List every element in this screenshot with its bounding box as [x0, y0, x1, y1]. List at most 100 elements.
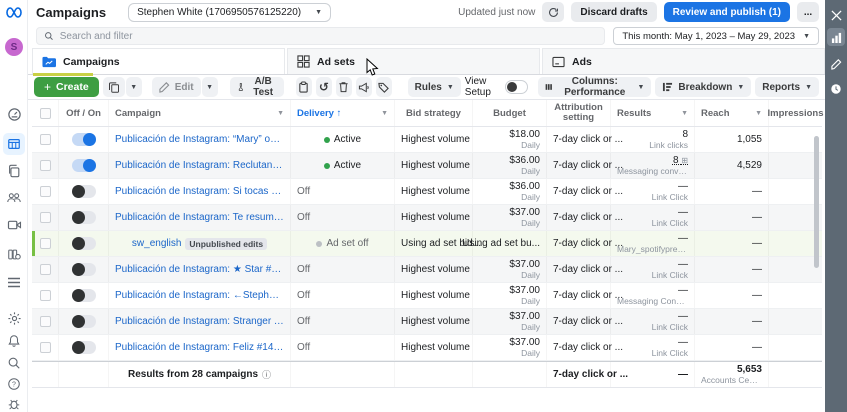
breakdown-button[interactable]: Breakdown ▼ — [655, 77, 752, 97]
campaign-link[interactable]: Publicación de Instagram: Stranger Thing… — [115, 316, 284, 327]
header-reach[interactable]: Reach ▼ — [694, 100, 768, 126]
row-checkbox[interactable] — [39, 342, 51, 353]
campaign-link[interactable]: Publicación de Instagram: Te resumo mi c… — [115, 212, 284, 223]
campaign-link[interactable]: Publicación de Instagram: ★ Star #1 albu… — [115, 264, 284, 275]
rules-button[interactable]: Rules ▼ — [407, 77, 461, 97]
chevron-down-icon: ▼ — [737, 83, 745, 91]
clipboard-icon — [299, 81, 309, 93]
row-checkbox[interactable] — [39, 238, 51, 249]
help-icon[interactable]: ? — [0, 377, 28, 391]
all-tools-icon[interactable] — [0, 277, 28, 288]
row-checkbox[interactable] — [39, 290, 51, 301]
columns-button[interactable]: Columns: Performance ▼ — [537, 76, 652, 98]
refresh-button[interactable] — [542, 2, 565, 22]
header-campaign[interactable]: Campaign ▼ — [108, 100, 290, 126]
search-box[interactable] — [36, 27, 606, 45]
account-overview-icon[interactable] — [0, 107, 28, 122]
bug-report-icon[interactable] — [0, 397, 28, 411]
history-icon[interactable] — [827, 80, 845, 98]
campaigns-nav-icon[interactable] — [0, 133, 28, 155]
header-budget[interactable]: Budget — [472, 100, 546, 126]
info-icon[interactable]: ⓘ — [262, 368, 271, 381]
duplicate-button[interactable] — [102, 77, 125, 97]
campaign-link[interactable]: Publicación de Instagram: ←Stephen White… — [115, 290, 284, 301]
account-selector[interactable]: Stephen White (1706950576125220) ▼ — [128, 2, 332, 22]
delete-button[interactable] — [335, 77, 352, 97]
campaign-toggle-off[interactable] — [71, 341, 96, 354]
create-button[interactable]: + Create — [34, 77, 99, 97]
view-setup-toggle[interactable] — [505, 80, 528, 94]
vertical-scrollbar[interactable] — [814, 136, 819, 268]
header-results[interactable]: Results ▼ — [610, 100, 694, 126]
results-value: 8 — [682, 129, 688, 140]
header-attribution[interactable]: Attribution setting — [546, 100, 610, 126]
promote-button[interactable] — [355, 77, 372, 97]
tab-ads[interactable]: Ads — [542, 48, 825, 74]
undo-button[interactable]: ↺ — [315, 77, 332, 97]
pin-button[interactable] — [296, 77, 312, 97]
reach-value: 4,529 — [736, 160, 762, 171]
charts-icon[interactable] — [827, 28, 845, 46]
header-bid-strategy[interactable]: Bid strategy — [394, 100, 472, 126]
row-checkbox[interactable] — [39, 212, 51, 223]
duplicate-menu-button[interactable]: ▼ — [125, 77, 142, 97]
attribution-setting: 7-day click or ... — [553, 186, 624, 197]
campaign-toggle-off[interactable] — [71, 237, 96, 250]
discard-drafts-button[interactable]: Discard drafts — [571, 2, 657, 22]
reports-button[interactable]: Reports ▼ — [755, 77, 819, 97]
campaign-toggle-off[interactable] — [71, 315, 96, 328]
active-status-dot — [323, 136, 330, 143]
date-range-selector[interactable]: This month: May 1, 2023 – May 29, 2023 ▼ — [613, 27, 819, 45]
ab-test-label: A/B Test — [253, 76, 274, 98]
row-checkbox[interactable] — [39, 134, 51, 145]
notifications-icon[interactable] — [0, 334, 28, 348]
campaign-link[interactable]: Publicación de Instagram: Reclutando gui… — [115, 160, 284, 171]
review-publish-button[interactable]: Review and publish (1) — [663, 2, 790, 22]
edit-button[interactable]: Edit — [151, 77, 201, 97]
campaign-link[interactable]: Publicación de Instagram: Si tocas como … — [115, 186, 284, 197]
campaigns-table: Off / On Campaign ▼ Delivery ↑ ▼ Bid strat… — [32, 100, 823, 388]
delivery-status: Ad set off — [326, 238, 369, 249]
campaign-link[interactable]: Publicación de Instagram: “Mary” on Spot… — [115, 134, 284, 145]
search-nav-icon[interactable] — [0, 356, 28, 370]
edit-menu-button[interactable]: ▼ — [201, 77, 218, 97]
campaign-link[interactable]: Publicación de Instagram: Feliz #14defeb… — [115, 342, 284, 353]
more-options-button[interactable]: ... — [797, 2, 819, 22]
select-all-checkbox[interactable] — [39, 107, 51, 119]
results-type: Link Click — [651, 192, 688, 202]
header-delivery[interactable]: Delivery ↑ ▼ — [290, 100, 394, 126]
close-icon[interactable] — [827, 6, 845, 24]
tag-button[interactable] — [375, 77, 392, 97]
campaign-toggle-off[interactable] — [71, 289, 96, 302]
row-checkbox[interactable] — [39, 186, 51, 197]
row-checkbox[interactable] — [39, 264, 51, 275]
campaign-toggle-on[interactable] — [71, 159, 96, 172]
campaign-link[interactable]: sw_english — [132, 238, 181, 249]
tab-campaigns[interactable]: Campaigns — [32, 48, 285, 76]
user-avatar[interactable]: S — [0, 38, 28, 56]
search-input[interactable] — [59, 30, 598, 42]
row-checkbox[interactable] — [39, 316, 51, 327]
tab-ad-sets[interactable]: Ad sets — [287, 48, 540, 74]
meta-logo-icon[interactable] — [0, 6, 28, 19]
bid-strategy: Using ad set bid... — [401, 238, 482, 249]
chevron-down-icon: ▼ — [130, 83, 138, 91]
select-all-checkbox-cell[interactable] — [32, 100, 58, 126]
row-checkbox[interactable] — [39, 160, 51, 171]
audiences-icon[interactable] — [0, 191, 28, 204]
unpublished-edits-badge: Unpublished edits — [185, 237, 268, 250]
settings-icon[interactable] — [0, 311, 28, 326]
ab-test-button[interactable]: A/B Test — [229, 76, 284, 98]
billing-icon[interactable] — [0, 248, 28, 261]
campaign-toggle-on[interactable] — [71, 133, 96, 146]
campaign-toggle-off[interactable] — [71, 263, 96, 276]
campaign-toggle-off[interactable] — [71, 211, 96, 224]
ads-reporting-icon[interactable] — [0, 219, 28, 231]
megaphone-icon — [358, 82, 369, 92]
header-impressions[interactable]: Impressions — [768, 100, 823, 126]
edit-panel-icon[interactable] — [827, 55, 845, 73]
bid-strategy: Highest volume — [401, 264, 470, 275]
sort-icon: ▼ — [681, 109, 688, 117]
campaign-toggle-off[interactable] — [71, 185, 96, 198]
pages-icon[interactable] — [0, 164, 28, 178]
